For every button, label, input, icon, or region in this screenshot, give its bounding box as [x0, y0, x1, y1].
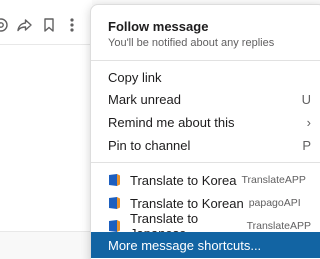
translate-korean-app: papagoAPI — [248, 197, 301, 209]
translate-app-icon — [109, 220, 120, 232]
translate-app-icon — [109, 197, 120, 209]
mark-unread-shortcut: U — [301, 91, 311, 107]
message-composer-area — [0, 231, 92, 259]
pin-to-channel-label: Pin to channel — [108, 137, 191, 153]
translate-korean-label: Translate to Korean — [130, 195, 244, 211]
more-actions-icon[interactable] — [61, 8, 83, 42]
remind-me-label: Remind me about this — [108, 114, 235, 130]
pin-to-channel-item[interactable]: Pin to channel P — [91, 132, 320, 158]
message-context-menu: Follow message You'll be notified about … — [90, 4, 320, 259]
more-message-shortcuts-item[interactable]: More message shortcuts... — [91, 232, 320, 258]
follow-message-subtitle: You'll be notified about any replies — [108, 37, 275, 49]
message-actions-toolbar — [0, 8, 96, 42]
translate-japanese-app: TranslateAPP — [246, 220, 311, 232]
bookmark-icon[interactable] — [38, 8, 60, 42]
share-icon[interactable] — [13, 8, 35, 42]
pin-to-channel-shortcut: P — [302, 137, 311, 153]
mark-unread-label: Mark unread — [108, 91, 181, 107]
chevron-right-icon: › — [306, 114, 311, 130]
follow-message-item[interactable]: Follow message You'll be notified about … — [91, 15, 320, 53]
more-message-shortcuts-label: More message shortcuts... — [108, 237, 262, 253]
menu-divider — [91, 162, 320, 163]
translate-korea-label: Translate to Korea — [130, 172, 237, 188]
reaction-icon[interactable] — [0, 8, 12, 42]
background-divider — [0, 44, 92, 45]
follow-message-title: Follow message — [108, 19, 209, 34]
translate-app-icon — [109, 174, 120, 186]
copy-link-label: Copy link — [108, 69, 162, 85]
translate-korea-app: TranslateAPP — [241, 174, 306, 186]
menu-divider — [91, 60, 320, 61]
